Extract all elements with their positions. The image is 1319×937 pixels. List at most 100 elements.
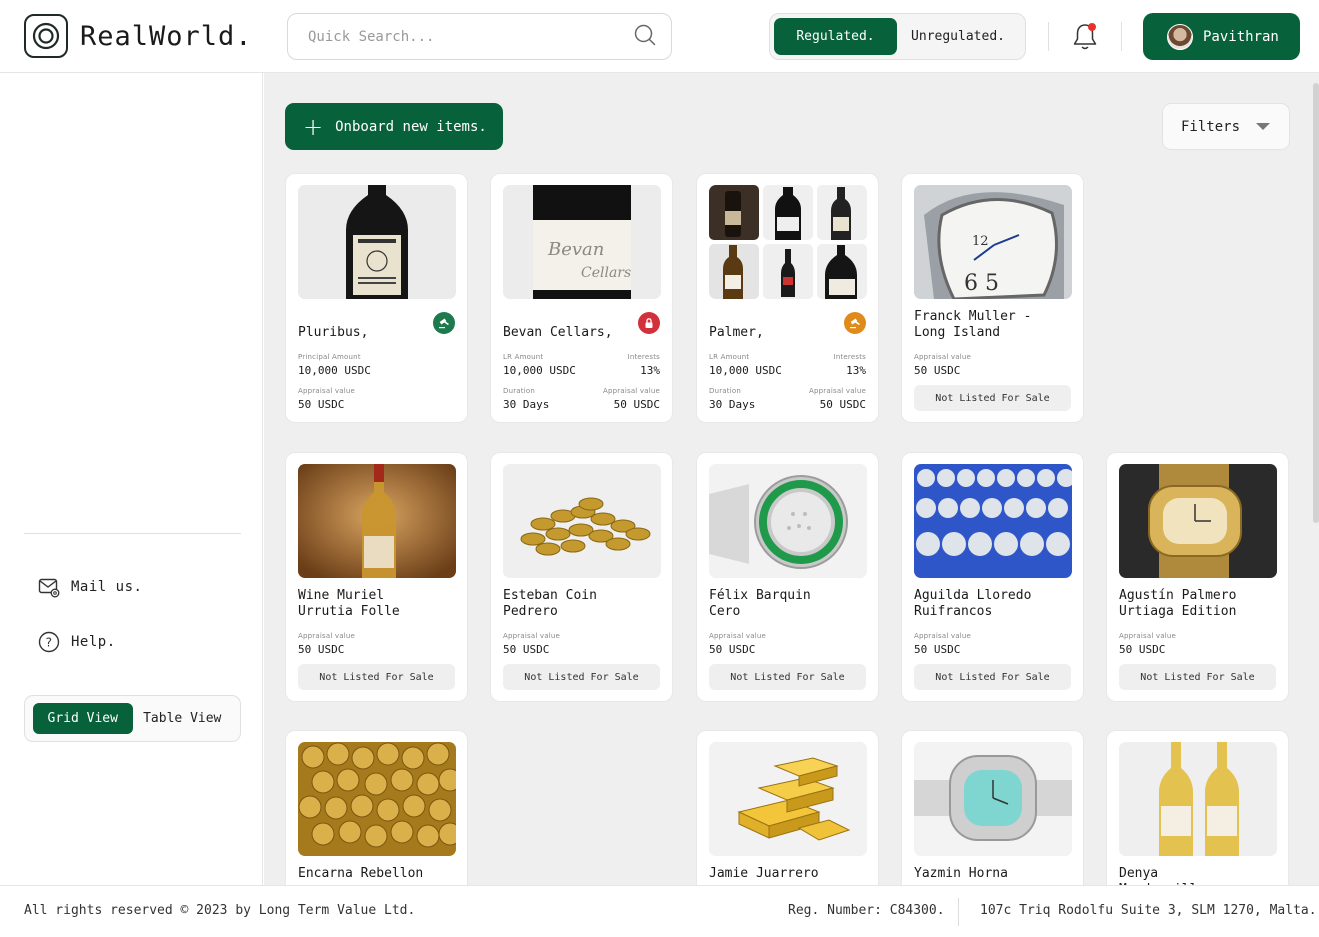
field-label: Appraisal value — [1119, 632, 1177, 640]
field-value: 10,000 USDC — [298, 364, 371, 377]
sidebar-item-mail[interactable]: Mail us. — [38, 576, 142, 598]
field-value: 50 USDC — [914, 643, 961, 656]
table-view-button[interactable]: Table View — [133, 703, 233, 734]
card-title: Félix Barquin Cero — [709, 588, 811, 619]
plus-icon: + — [303, 112, 324, 141]
field-value: 50 USDC — [819, 398, 866, 411]
mail-label: Mail us. — [71, 579, 143, 595]
asset-card[interactable]: Yazmin Horna — [901, 730, 1084, 885]
search-input[interactable] — [308, 28, 633, 45]
card-title: Encarna Rebellon — [298, 866, 424, 881]
card-title: Bevan Cellars, Tench Vineyard E… — [503, 309, 660, 341]
status-badge: Not Listed For Sale — [503, 664, 660, 690]
svg-text:Cellars: Cellars — [581, 265, 631, 281]
card-title: Jamie Juarrero — [709, 866, 819, 881]
onboard-items-button[interactable]: + Onboard new items. — [285, 103, 503, 150]
asset-card[interactable]: Denya Mondrevilla — [1106, 730, 1289, 885]
field-value: 50 USDC — [613, 398, 660, 411]
watch-image — [914, 742, 1072, 856]
regulation-toggle: Regulated. Unregulated. — [769, 13, 1026, 60]
divider — [1121, 22, 1122, 51]
watch-image — [1119, 464, 1277, 578]
card-title: Yazmin Horna — [914, 866, 1008, 881]
help-label: Help. — [71, 634, 116, 650]
onboard-label: Onboard new items. — [335, 118, 487, 135]
asset-card[interactable]: Palmer, 2016 LR Amount 10,000 USDC Intere… — [696, 173, 879, 423]
mail-icon — [38, 576, 60, 598]
status-badge: Not Listed For Sale — [1119, 664, 1276, 690]
filters-label: Filters — [1181, 118, 1241, 135]
field-value: 30 Days — [503, 398, 550, 411]
asset-card[interactable]: Agustín Palmero Urtiaga Edition Appraisa… — [1106, 452, 1289, 702]
status-badge: Not Listed For Sale — [298, 664, 455, 690]
card-title: Pluribus, 2018 — [298, 309, 455, 341]
field-value: 10,000 USDC — [503, 364, 576, 377]
asset-card[interactable]: Encarna Rebellon — [285, 730, 468, 885]
gold-coins-image — [503, 464, 661, 578]
gold-coins-image — [298, 742, 456, 856]
field-label: Appraisal value — [298, 387, 356, 395]
asset-card[interactable]: Esteban Coin Pedrero Plasencia Appraisal… — [490, 452, 673, 702]
sidebar-item-help[interactable]: ? Help. — [38, 631, 116, 653]
asset-card[interactable]: Pluribus, 2018 Principal Amount 10,000 US… — [285, 173, 468, 423]
svg-text:6 5: 6 5 — [964, 271, 999, 296]
svg-text:Bevan: Bevan — [547, 239, 604, 260]
field-value: 50 USDC — [709, 643, 756, 656]
search-icon[interactable] — [633, 23, 657, 51]
gavel-icon — [433, 312, 455, 334]
top-bar: RealWorld. Regulated. Unregulated. Pavit… — [0, 0, 1319, 73]
gavel-icon — [844, 312, 866, 334]
field-label: Appraisal value — [914, 353, 972, 361]
brand-name: RealWorld. — [80, 20, 253, 52]
lock-icon — [638, 312, 660, 334]
unregulated-option[interactable]: Unregulated. — [897, 18, 1019, 55]
asset-card[interactable]: Bevan Cellars Bevan Cellars, Tench Viney… — [490, 173, 673, 423]
scrollbar[interactable] — [1313, 83, 1319, 523]
card-title: Aguilda Lloredo Ruifrancos — [914, 588, 1032, 619]
field-value: 13% — [846, 364, 866, 377]
field-label: Interests — [833, 353, 866, 361]
svg-text:12: 12 — [972, 234, 989, 249]
watch-image — [709, 464, 867, 578]
notification-dot — [1088, 23, 1096, 31]
sidebar-divider — [24, 533, 241, 534]
field-label: Interests — [627, 353, 660, 361]
asset-card[interactable]: Wine Muriel Urrutia Folle Appraisal valu… — [285, 452, 468, 702]
asset-card[interactable]: Jamie Juarrero — [696, 730, 879, 885]
field-label: LR Amount — [503, 353, 544, 361]
gold-bars-image — [709, 742, 867, 856]
user-profile-button[interactable]: Pavithran — [1143, 13, 1300, 60]
field-value: 50 USDC — [298, 643, 345, 656]
card-title: Franck Muller - Long Island — [914, 309, 1032, 340]
field-value: 50 USDC — [914, 364, 961, 377]
wine-bottles-image — [1119, 742, 1277, 856]
card-title: Palmer, 2016 — [709, 309, 866, 341]
grid-view-button[interactable]: Grid View — [33, 703, 133, 734]
field-label: Appraisal value — [503, 632, 561, 640]
brand-logo[interactable]: RealWorld. — [24, 14, 253, 58]
wine-bottles-grid-image — [709, 185, 867, 299]
field-label: Duration — [709, 387, 742, 395]
field-label: Appraisal value — [914, 632, 972, 640]
regulated-option[interactable]: Regulated. — [774, 18, 897, 55]
asset-card[interactable]: 12 6 5 Franck Muller - Long Island Appra… — [901, 173, 1084, 423]
card-title: Agustín Palmero Urtiaga Edition — [1119, 588, 1237, 619]
card-title: Esteban Coin Pedrero Plasencia — [503, 588, 597, 619]
quick-search[interactable] — [287, 13, 672, 60]
asset-card[interactable]: Félix Barquin Cero Appraisal value 50 USD… — [696, 452, 879, 702]
field-label: Appraisal value — [808, 387, 866, 395]
caret-down-icon — [1256, 123, 1271, 130]
view-mode-toggle: Grid View Table View — [24, 695, 241, 742]
card-title: Wine Muriel Urrutia Folle — [298, 588, 400, 619]
footer: All rights reserved © 2023 by Long Term … — [0, 885, 1319, 937]
copyright-text: All rights reserved © 2023 by Long Term … — [24, 903, 416, 918]
notification-bell-icon[interactable] — [1071, 22, 1099, 52]
filters-dropdown[interactable]: Filters — [1162, 103, 1290, 150]
wine-bottle-image — [298, 185, 456, 299]
field-label: LR Amount — [709, 353, 750, 361]
user-name: Pavithran — [1203, 28, 1279, 45]
field-label: Duration — [503, 387, 536, 395]
avatar — [1167, 23, 1193, 50]
divider — [1048, 22, 1049, 51]
asset-card[interactable]: Aguilda Lloredo Ruifrancos Appraisal val… — [901, 452, 1084, 702]
